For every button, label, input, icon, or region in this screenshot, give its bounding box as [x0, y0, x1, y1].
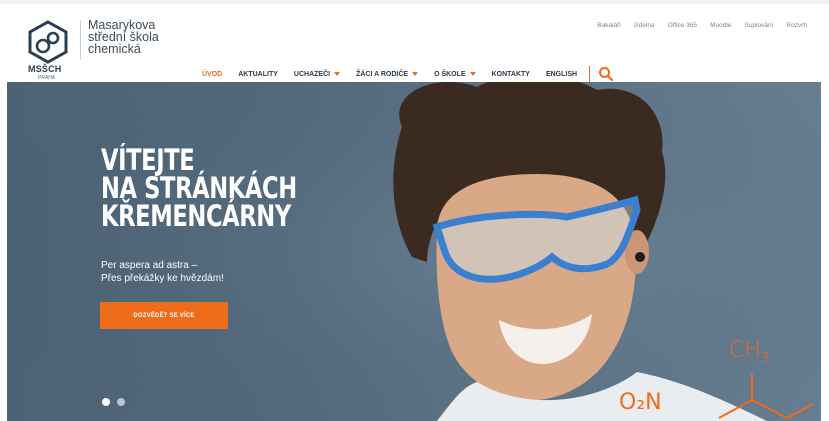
school-logo[interactable]: MSŠCH PRAHA Masarykova střední škola che…	[26, 16, 226, 81]
school-name-line: chemická	[88, 42, 141, 56]
nav-separator	[589, 66, 591, 82]
nav-item-uchazeci[interactable]: UCHAZEČI	[293, 70, 341, 78]
nav-item-label: O ŠKOLE	[434, 70, 466, 78]
nav-item-o-skole[interactable]: O ŠKOLE	[434, 71, 476, 78]
toplink-moodle[interactable]: Moodle	[710, 22, 731, 29]
logo-abbreviation: MSŠCH	[28, 64, 62, 74]
nav-item-kontakty[interactable]: KONTAKTY	[492, 71, 530, 78]
hero-slider: VÍTEJTE NA STRÁNKÁCH KŘEMENCÁRNY Per asp…	[7, 82, 821, 421]
toplink-suplovani[interactable]: Suplování	[744, 22, 773, 29]
formula-methyl-subscript: 3	[760, 350, 770, 367]
search-button[interactable]	[598, 66, 614, 82]
chevron-down-icon	[469, 72, 476, 76]
logo-city: PRAHA	[38, 75, 56, 81]
nav-item-english[interactable]: ENGLISH	[546, 71, 577, 78]
toplink-rozvrh[interactable]: Rozvrh	[786, 22, 807, 29]
slider-dots	[102, 398, 125, 406]
logo-divider	[80, 20, 81, 60]
chevron-down-icon	[412, 72, 419, 76]
slider-dot-1[interactable]	[102, 398, 110, 406]
formula-methyl-text: CH	[729, 338, 761, 363]
hero-title-line: VÍTEJTE	[101, 143, 195, 177]
search-icon	[599, 67, 614, 82]
nav-item-label: ÚVOD	[202, 70, 223, 78]
chevron-down-icon	[334, 72, 341, 76]
site-header: MSŠCH PRAHA Masarykova střední škola che…	[0, 4, 829, 82]
nav-item-label: UCHAZEČI	[293, 70, 331, 78]
nav-item-zaci-a-rodice[interactable]: ŽÁCI A RODIČE	[356, 70, 419, 78]
nav-item-aktuality[interactable]: AKTUALITY	[238, 71, 278, 78]
slider-dot-2[interactable]	[117, 398, 125, 406]
hero-title-line: NA STRÁNKÁCH	[101, 171, 297, 205]
nav-item-uvod[interactable]: ÚVOD	[202, 71, 222, 78]
hero-motto-line: Per aspera ad astra –	[101, 260, 198, 271]
main-navigation: ÚVOD AKTUALITY UCHAZEČI ŽÁCI A RODIČE O …	[202, 66, 614, 82]
toplink-jidelna[interactable]: Jídelna	[634, 22, 655, 29]
school-name: Masarykova střední škola chemická	[88, 19, 159, 56]
utility-links: Bakaláři Jídelna Office 365 Moodle Suplo…	[597, 22, 807, 29]
nav-item-label: ŽÁCI A RODIČE	[356, 70, 409, 78]
toplink-office365[interactable]: Office 365	[668, 22, 698, 29]
hero-title: VÍTEJTE NA STRÁNKÁCH KŘEMENCÁRNY	[101, 143, 297, 233]
learn-more-button[interactable]: DOZVĚDĚT SE VÍCE	[100, 302, 228, 329]
hero-title-line: KŘEMENCÁRNY	[101, 199, 291, 233]
hero-motto-line: Přes překážky ke hvězdám!	[101, 273, 224, 284]
nav-item-label: ENGLISH	[545, 70, 578, 78]
formula-nitro: O₂N	[619, 390, 662, 415]
toplink-bakalari[interactable]: Bakaláři	[597, 22, 620, 29]
nav-item-label: AKTUALITY	[238, 70, 278, 78]
hero-photo-student	[7, 82, 821, 421]
hero-motto: Per aspera ad astra – Přes překážky ke h…	[101, 259, 224, 285]
formula-methyl: CH3	[729, 338, 770, 366]
nav-item-label: KONTAKTY	[491, 70, 530, 78]
molecule-logo-icon	[28, 20, 68, 64]
